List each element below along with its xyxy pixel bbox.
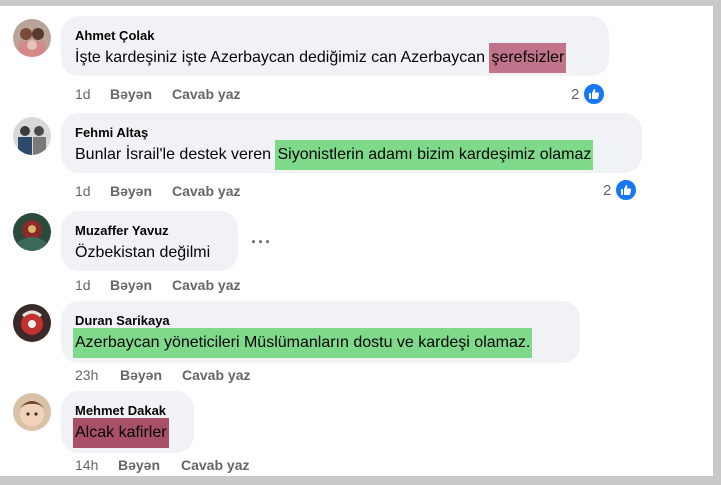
comment-text: Azerbaycan yöneticileri Müslümanların do… [73,328,533,358]
comment-actions: 23h Bəyən Cavab yaz [75,367,275,385]
comments-panel: Ahmet Çolak İşte kardeşiniz işte Azerbay… [0,6,713,476]
avatar[interactable] [13,304,51,342]
comment-bubble: Mehmet Dakak Alcak kafirler [61,391,194,453]
comment-time[interactable]: 1d [75,86,91,102]
comment-text: Alcak kafirler [73,418,169,448]
like-button[interactable]: Bəyən [110,183,152,199]
like-button[interactable]: Bəyən [110,86,152,102]
comment-author[interactable]: Duran Sarikaya [75,313,170,328]
highlighted-text: Azerbaycan yöneticileri Müslümanların do… [73,328,533,358]
comment-text-plain: Bunlar İsrail'le destek veren [75,146,276,163]
comment-bubble: Muzaffer Yavuz Özbekistan değilmi [61,211,238,271]
thumbs-up-icon [582,82,607,106]
reaction-summary[interactable]: 2 [603,178,639,202]
comment-actions: 1d Bəyən Cavab yaz [75,183,275,201]
like-button[interactable]: Bəyən [120,367,162,383]
reply-button[interactable]: Cavab yaz [182,367,250,383]
comment-text: İşte kardeşiniz işte Azerbaycan dediğimi… [75,43,567,73]
comment-bubble: Ahmet Çolak İşte kardeşiniz işte Azerbay… [61,16,609,76]
reply-button[interactable]: Cavab yaz [172,183,240,199]
like-button[interactable]: Bəyən [118,457,160,473]
comment-actions: 14h Bəyən Cavab yaz [75,457,275,475]
highlighted-text: Siyonistlerin adamı bizim kardeşimiz ola… [275,140,594,170]
highlighted-text: Alcak kafirler [73,418,169,448]
comment-time[interactable]: 14h [75,457,98,473]
reaction-summary[interactable]: 2 [571,82,607,106]
like-button[interactable]: Bəyən [110,277,152,293]
comment-time[interactable]: 1d [75,277,91,293]
reaction-count: 2 [603,181,612,199]
thumbs-up-icon [614,178,639,202]
avatar[interactable] [13,19,51,57]
comment-time[interactable]: 23h [75,367,98,383]
comment-bubble: Fehmi Altaş Bunlar İsrail'le destek vere… [61,113,642,173]
avatar[interactable] [13,117,51,155]
comment-author[interactable]: Ahmet Çolak [75,28,154,43]
reply-button[interactable]: Cavab yaz [181,457,249,473]
comment-time[interactable]: 1d [75,183,91,199]
comment-actions: 1d Bəyən Cavab yaz [75,277,275,295]
comment-actions: 1d Bəyən Cavab yaz [75,86,275,104]
avatar[interactable] [13,213,51,251]
comment-author[interactable]: Fehmi Altaş [75,125,148,140]
avatar[interactable] [13,393,51,431]
reply-button[interactable]: Cavab yaz [172,86,240,102]
reply-button[interactable]: Cavab yaz [172,277,240,293]
reaction-count: 2 [571,85,580,103]
comment-author[interactable]: Muzaffer Yavuz [75,223,169,238]
comment-text: Özbekistan değilmi [75,244,211,261]
comment-bubble: Duran Sarikaya Azerbaycan yöneticileri M… [61,301,580,363]
comment-author[interactable]: Mehmet Dakak [75,403,166,418]
highlighted-text: şerefsizler [489,43,567,73]
comment-text-plain: İşte kardeşiniz işte Azerbaycan dediğimi… [75,49,490,66]
comment-text: Bunlar İsrail'le destek veren Siyonistle… [75,140,594,170]
more-options-icon[interactable]: ··· [251,232,272,253]
